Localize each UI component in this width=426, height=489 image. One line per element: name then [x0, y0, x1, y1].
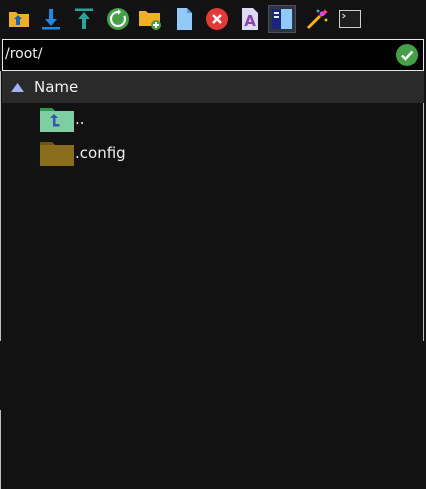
download-icon — [42, 9, 60, 30]
terminal-icon — [339, 10, 361, 28]
file-icon — [177, 8, 192, 30]
panel-border-left — [0, 71, 1, 341]
toggle-panel-button[interactable] — [268, 5, 296, 33]
terminal-button[interactable] — [336, 5, 364, 33]
file-row-parent[interactable]: .. — [2, 104, 424, 136]
file-name: .config — [75, 144, 126, 162]
refresh-button[interactable] — [104, 5, 132, 33]
check-icon[interactable] — [396, 44, 418, 66]
name-column-label: Name — [34, 78, 79, 96]
panel-icon — [272, 9, 292, 29]
folder-plus-icon — [139, 11, 161, 30]
file-row-config[interactable]: .config — [2, 138, 424, 170]
refresh-icon — [107, 8, 129, 30]
path-bar — [2, 39, 424, 71]
close-circle-icon — [206, 8, 228, 30]
rename-button[interactable]: A — [236, 5, 264, 33]
toolbar: A — [0, 0, 426, 38]
rename-icon: A — [242, 8, 258, 30]
folder-up-icon — [9, 12, 29, 27]
new-file-button[interactable] — [170, 5, 198, 33]
folder-icon — [40, 142, 74, 166]
magic-button[interactable] — [303, 5, 331, 33]
panel-border-left-lower — [0, 410, 1, 489]
upload-icon — [75, 8, 93, 29]
magic-wand-icon — [306, 9, 328, 30]
delete-button[interactable] — [203, 5, 231, 33]
sort-ascending-icon — [11, 83, 24, 92]
svg-text:A: A — [244, 12, 256, 30]
file-name: .. — [75, 110, 85, 128]
upload-button[interactable] — [70, 5, 98, 33]
new-folder-button[interactable] — [136, 5, 164, 33]
up-folder-button[interactable] — [5, 5, 33, 33]
name-column-header[interactable]: Name — [2, 71, 424, 103]
path-input[interactable] — [5, 42, 385, 66]
download-button[interactable] — [37, 5, 65, 33]
folder-up-icon — [40, 108, 74, 132]
